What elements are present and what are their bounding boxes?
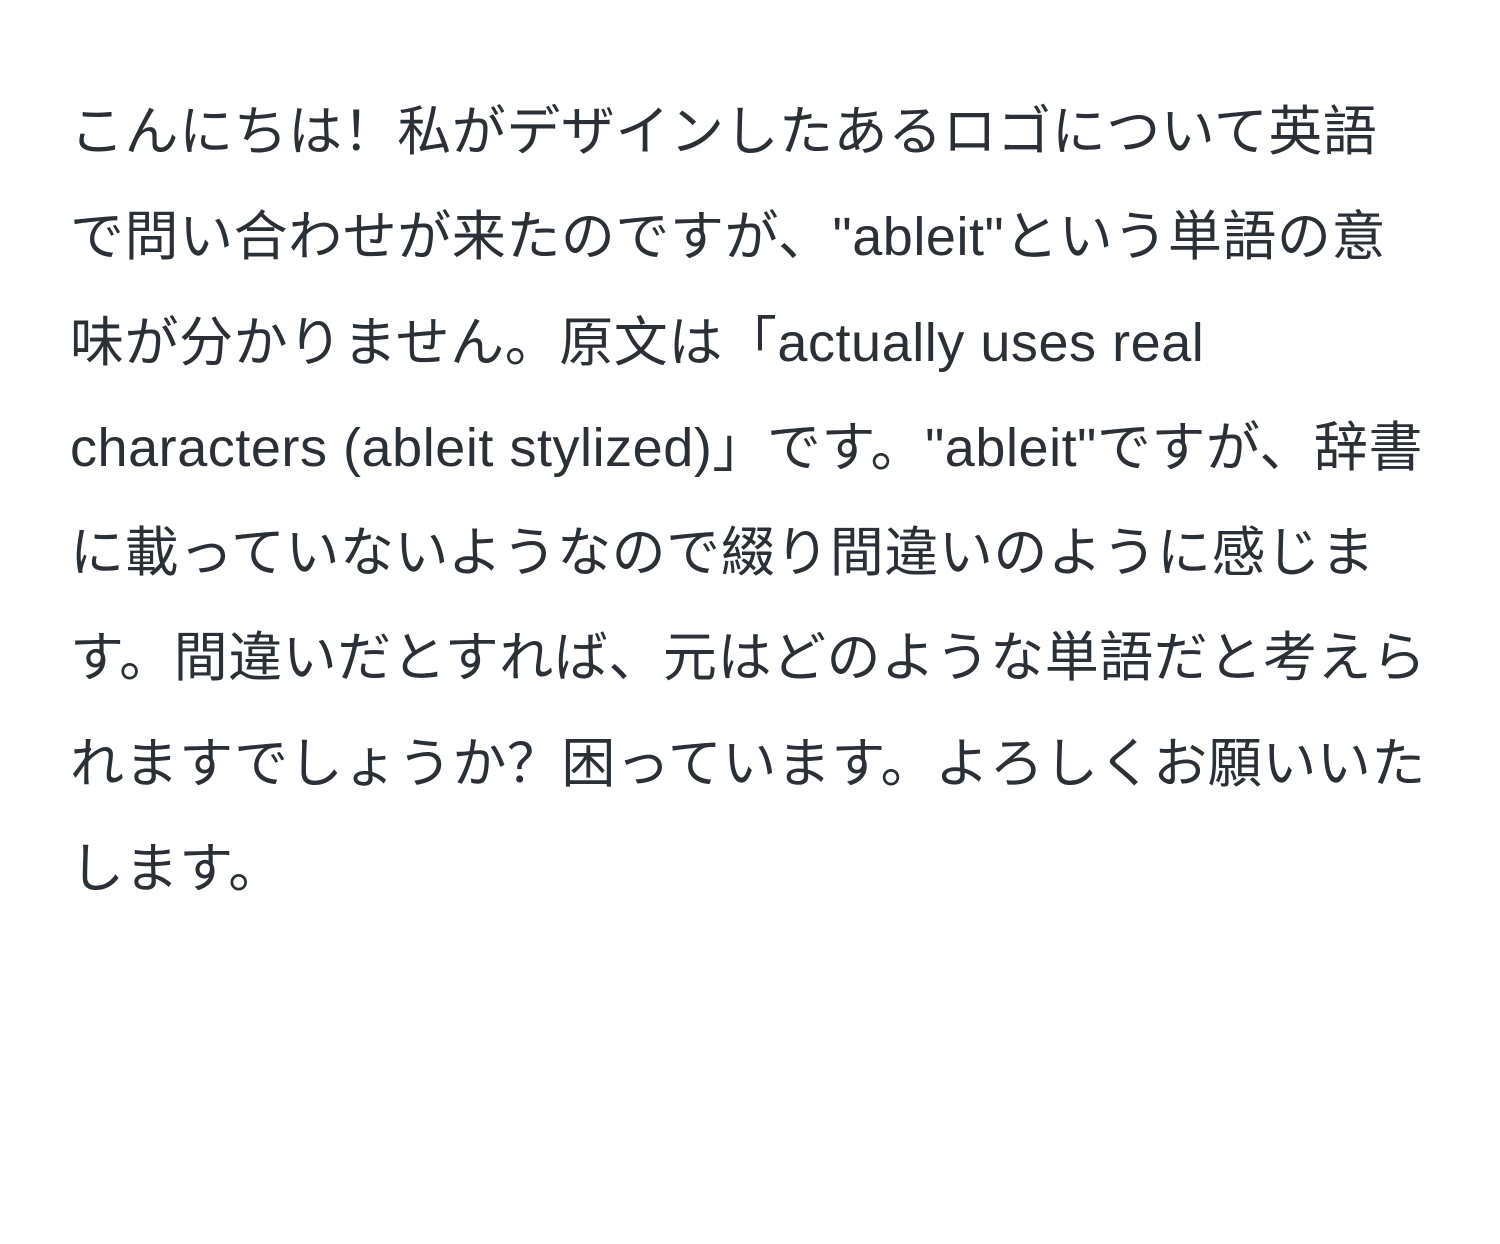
body-paragraph: こんにちは！私がデザインしたあるロゴについて英語で問い合わせが来たのですが、"a… [70, 80, 1430, 922]
